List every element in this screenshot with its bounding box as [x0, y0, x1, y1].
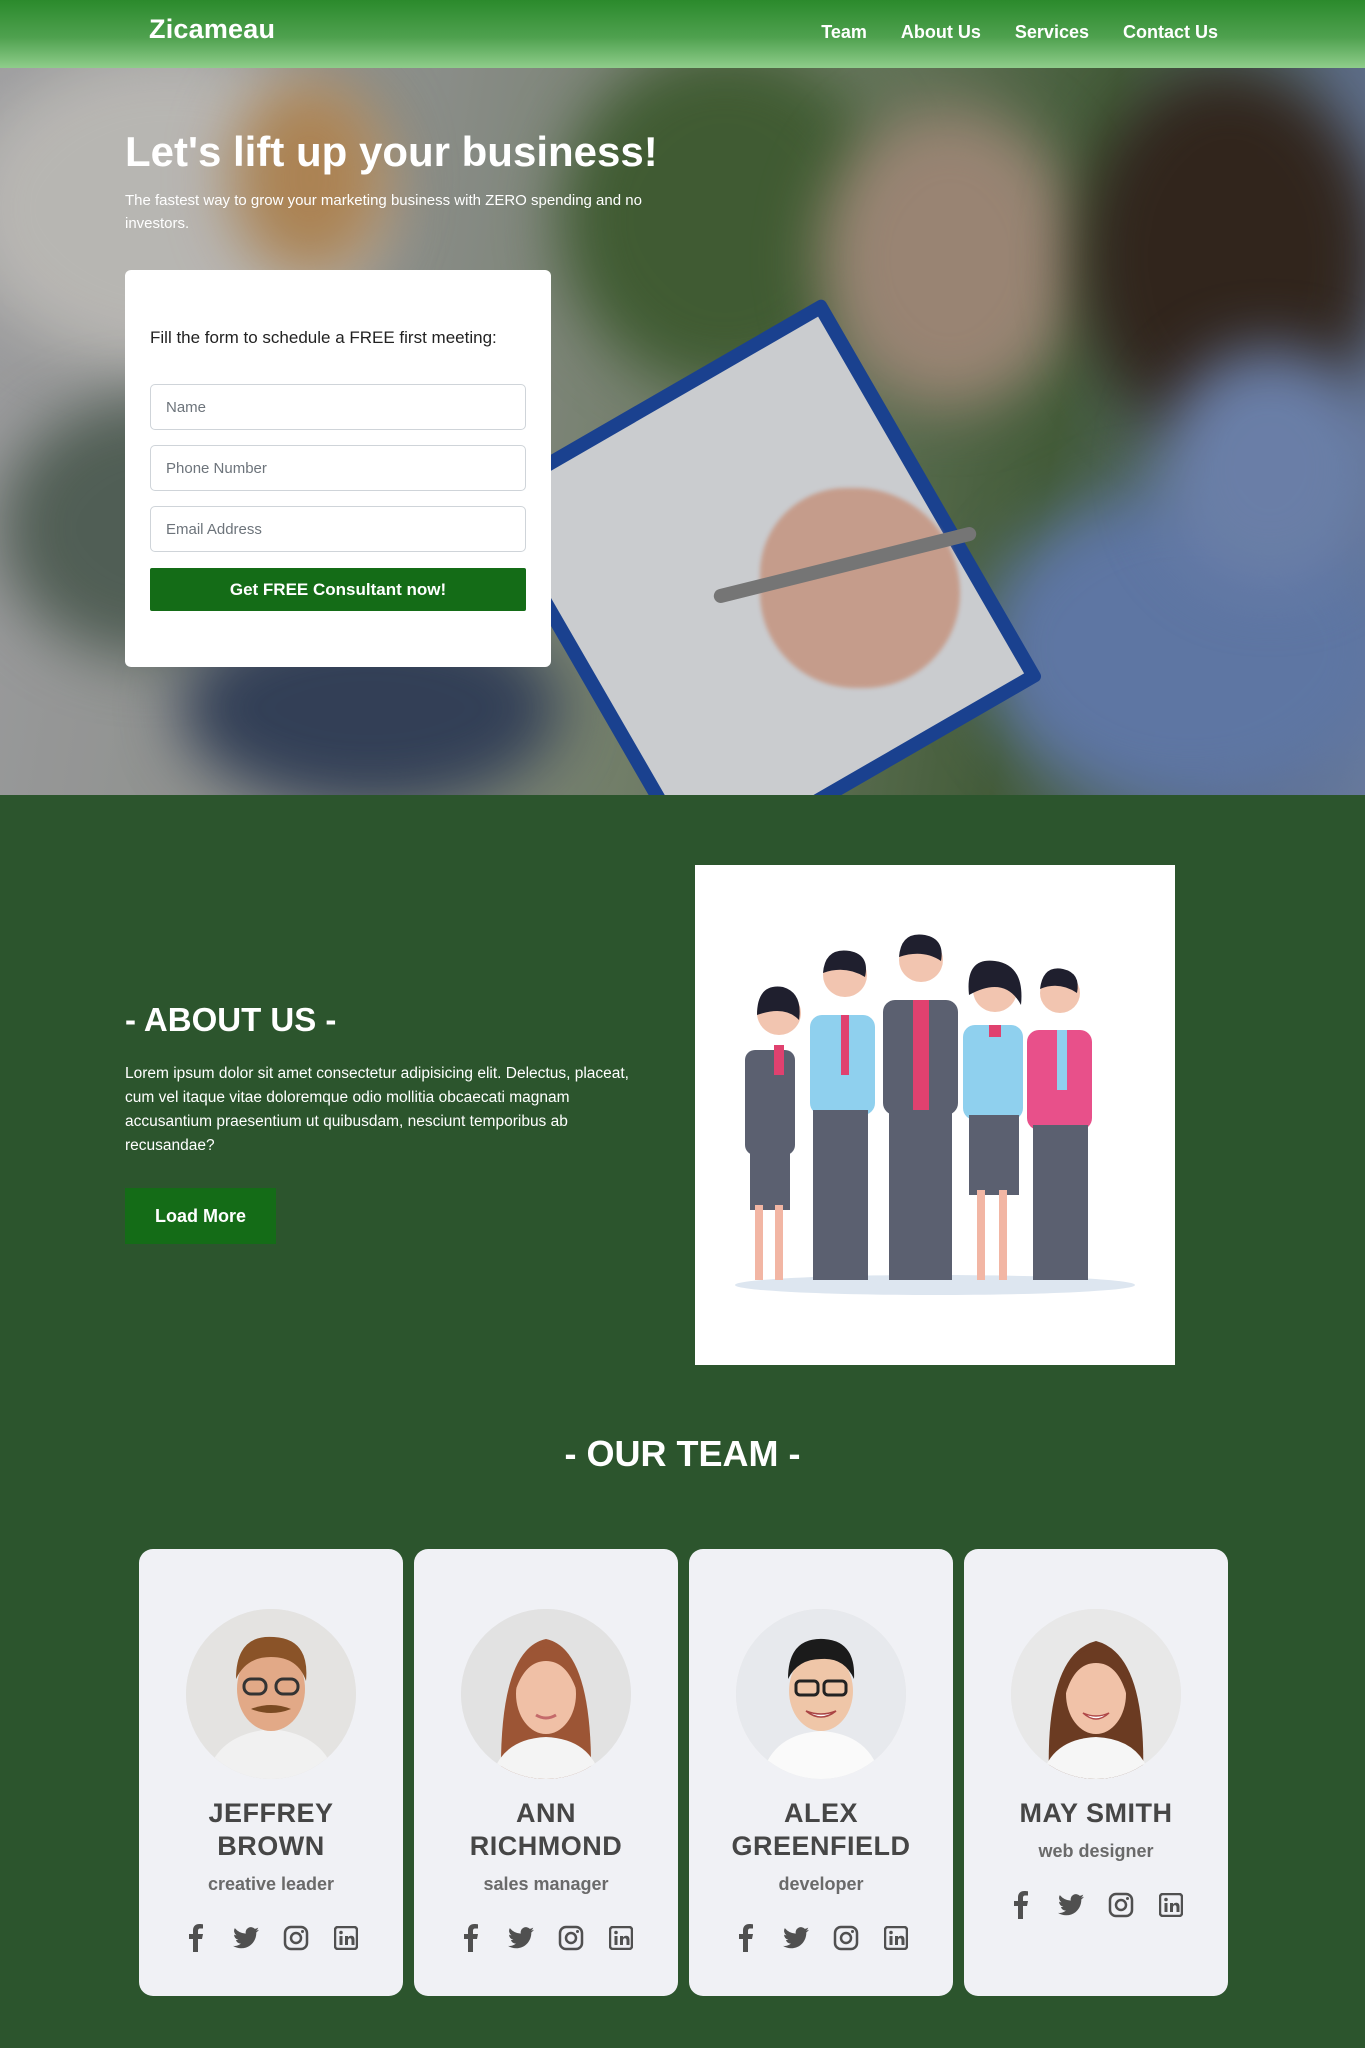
get-consultant-button[interactable]: Get FREE Consultant now! — [150, 568, 526, 611]
avatar — [186, 1609, 356, 1779]
social-links — [689, 1923, 953, 1953]
linkedin-icon[interactable] — [881, 1923, 911, 1953]
social-links — [139, 1923, 403, 1953]
avatar — [1011, 1609, 1181, 1779]
nav-link-team[interactable]: Team — [821, 22, 867, 43]
member-role: sales manager — [483, 1874, 609, 1894]
linkedin-icon[interactable] — [606, 1923, 636, 1953]
hero-section: Let's lift up your business! The fastest… — [0, 68, 1365, 795]
facebook-icon[interactable] — [456, 1923, 486, 1953]
linkedin-icon[interactable] — [331, 1923, 361, 1953]
name-input[interactable] — [150, 384, 526, 430]
phone-number-input[interactable] — [150, 445, 526, 491]
form-title: Fill the form to schedule a FREE first m… — [150, 328, 497, 347]
team-card: JEFFREY BROWN creative leader — [139, 1549, 403, 1996]
email-address-input[interactable] — [150, 506, 526, 552]
instagram-icon[interactable] — [281, 1923, 311, 1953]
team-card: MAY SMITH web designer — [964, 1549, 1228, 1996]
team-illustration — [695, 865, 1175, 1365]
social-links — [414, 1923, 678, 1953]
instagram-icon[interactable] — [1106, 1890, 1136, 1920]
avatar — [461, 1609, 631, 1779]
nav-link-services[interactable]: Services — [1015, 22, 1089, 43]
consultation-form-card: Fill the form to schedule a FREE first m… — [125, 270, 551, 667]
member-name: MAY SMITH — [1019, 1798, 1173, 1828]
twitter-icon[interactable] — [781, 1923, 811, 1953]
team-card: ANN RICHMOND sales manager — [414, 1549, 678, 1996]
instagram-icon[interactable] — [831, 1923, 861, 1953]
nav-link-about-us[interactable]: About Us — [901, 22, 981, 43]
linkedin-icon[interactable] — [1156, 1890, 1186, 1920]
member-role: web designer — [1038, 1841, 1154, 1861]
about-us-text: Lorem ipsum dolor sit amet consectetur a… — [125, 1065, 629, 1154]
nav-link-contact-us[interactable]: Contact Us — [1123, 22, 1218, 43]
facebook-icon[interactable] — [1006, 1890, 1036, 1920]
our-team-title: - OUR TEAM - — [564, 1433, 801, 1474]
about-us-title: - ABOUT US - — [125, 1001, 337, 1038]
member-name: ALEX GREENFIELD — [731, 1798, 911, 1861]
member-name: JEFFREY BROWN — [208, 1798, 334, 1861]
instagram-icon[interactable] — [556, 1923, 586, 1953]
member-role: creative leader — [207, 1874, 335, 1894]
hero-title: Let's lift up your business! — [125, 128, 658, 175]
member-role: developer — [778, 1874, 864, 1894]
top-navbar: Zicameau Team About Us Services Contact … — [0, 0, 1365, 68]
facebook-icon[interactable] — [181, 1923, 211, 1953]
avatar — [736, 1609, 906, 1779]
twitter-icon[interactable] — [231, 1923, 261, 1953]
facebook-icon[interactable] — [731, 1923, 761, 1953]
twitter-icon[interactable] — [506, 1923, 536, 1953]
nav-links: Team About Us Services Contact Us — [821, 22, 1218, 43]
twitter-icon[interactable] — [1056, 1890, 1086, 1920]
member-name: ANN RICHMOND — [469, 1798, 623, 1861]
team-card: ALEX GREENFIELD developer — [689, 1549, 953, 1996]
team-cards: JEFFREY BROWN creative leader ANN RICHMO… — [139, 1549, 1228, 1996]
load-more-button[interactable]: Load More — [125, 1188, 276, 1244]
social-links — [964, 1890, 1228, 1920]
hero-subtitle: The fastest way to grow your marketing b… — [125, 192, 642, 232]
brand-logo[interactable]: Zicameau — [149, 14, 275, 45]
